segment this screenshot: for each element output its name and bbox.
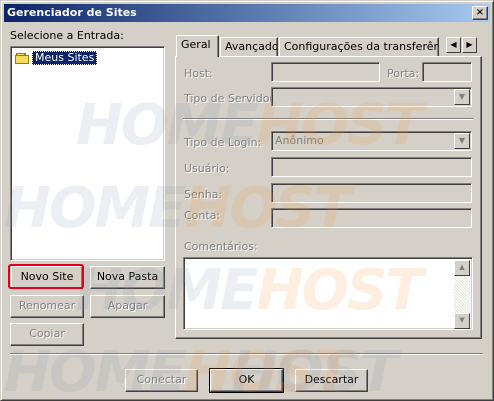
port-input[interactable] [422,62,472,82]
tab-scroll-right-icon[interactable]: ▶ [462,37,477,53]
account-label: Conta: [184,209,221,222]
password-label: Senha: [184,188,223,201]
ok-button[interactable]: OK [209,368,284,393]
tab-avancado[interactable]: Avançado [220,37,278,57]
site-manager-dialog: Gerenciador de Sites × HOMEHOST HOMEHOST… [0,0,494,401]
scroll-up-icon[interactable]: ▲ [454,260,470,276]
tab-transfer-settings[interactable]: Configurações da transferência [279,37,439,57]
copy-button[interactable]: Copiar [10,323,84,346]
site-tree[interactable]: Meus Sites [10,46,165,261]
login-type-label: Tipo de Login: [184,136,262,149]
comments-scrollbar[interactable]: ▲ ▼ [454,260,470,329]
tab-scroll-left-icon[interactable]: ◀ [446,37,461,53]
port-label: Porta: [387,67,420,80]
folder-icon [15,53,29,64]
host-label: Host: [184,67,213,80]
footer-divider [10,353,483,355]
host-input[interactable] [271,62,380,82]
user-label: Usuário: [184,162,230,175]
delete-button[interactable]: Apagar [90,295,165,318]
comments-textarea[interactable]: ▲ ▼ [183,257,473,330]
login-type-select[interactable]: Anônimo ▼ [271,131,472,151]
chevron-down-icon: ▼ [454,89,470,105]
cancel-button[interactable]: Descartar [295,369,368,392]
server-type-label: Tipo de Servidor: [184,92,278,105]
rename-button[interactable]: Renomear [10,295,84,318]
tree-item-label: Meus Sites [32,51,98,65]
title-bar: Gerenciador de Sites × [4,4,490,22]
user-input[interactable] [271,157,472,177]
select-entry-label: Selecione a Entrada: [10,29,124,42]
account-input[interactable] [271,208,472,228]
connect-button[interactable]: Conectar [125,369,198,392]
divider [183,118,473,120]
new-folder-button[interactable]: Nova Pasta [90,266,165,289]
chevron-down-icon: ▼ [454,133,470,149]
scroll-down-icon[interactable]: ▼ [454,313,470,329]
password-input[interactable] [271,183,472,203]
window-title: Gerenciador de Sites [7,6,137,19]
new-site-button[interactable]: Novo Site [11,266,83,289]
comments-label: Comentários: [184,240,258,253]
close-icon[interactable]: × [472,6,488,20]
tab-geral[interactable]: Geral [176,35,219,57]
server-type-select[interactable]: ▼ [271,87,472,107]
